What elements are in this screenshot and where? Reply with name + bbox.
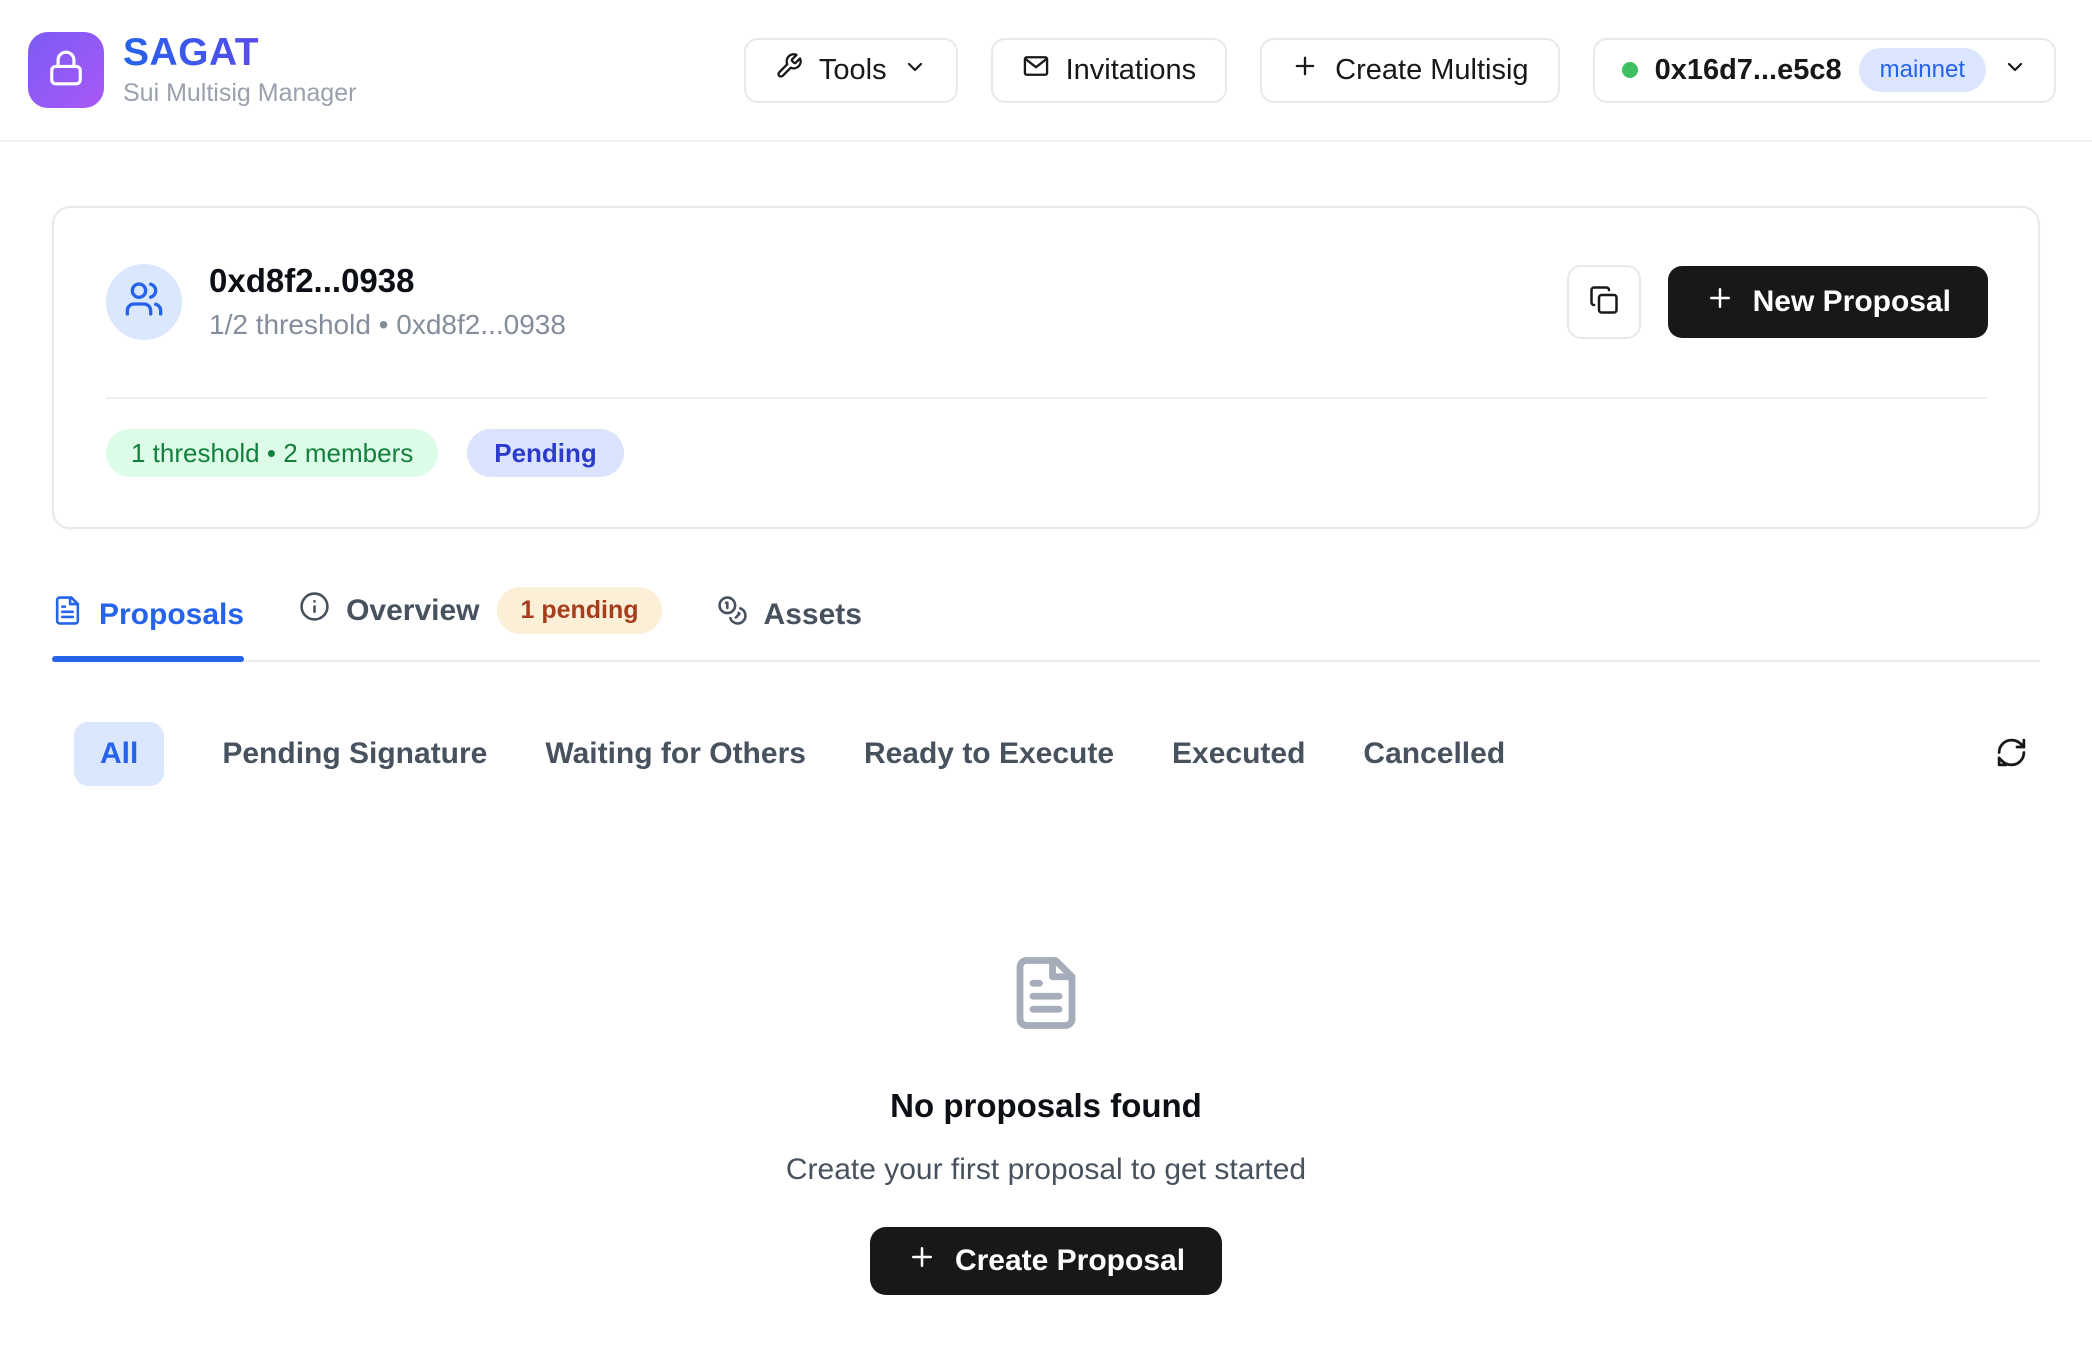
filter-executed[interactable]: Executed: [1172, 737, 1305, 771]
plus-icon: [1705, 283, 1735, 321]
wallet-menu-button[interactable]: 0x16d7...e5c8 mainnet: [1593, 38, 2056, 103]
multisig-title: 0xd8f2...0938: [209, 262, 566, 300]
wallet-address: 0x16d7...e5c8: [1655, 54, 1842, 87]
chevron-down-icon: [903, 54, 927, 87]
multisig-avatar: [106, 264, 182, 340]
lock-icon: [47, 49, 85, 92]
tab-bar: Proposals Overview 1 pending Assets: [52, 587, 2040, 662]
copy-address-button[interactable]: [1567, 265, 1641, 339]
copy-icon: [1589, 285, 1619, 318]
tools-button[interactable]: Tools: [744, 38, 958, 103]
new-proposal-label: New Proposal: [1753, 285, 1951, 319]
filter-waiting-for-others[interactable]: Waiting for Others: [545, 737, 806, 771]
empty-state-subtitle: Create your first proposal to get starte…: [786, 1153, 1306, 1187]
empty-state: No proposals found Create your first pro…: [52, 954, 2040, 1295]
tab-overview-label: Overview: [346, 594, 479, 628]
create-proposal-label: Create Proposal: [955, 1244, 1185, 1278]
connection-status-dot: [1622, 62, 1638, 78]
tab-overview[interactable]: Overview 1 pending: [299, 587, 661, 660]
plus-icon: [1291, 52, 1319, 88]
header-actions: Tools Invitations Create Multisig 0x16d7…: [744, 38, 2056, 103]
info-icon: [299, 591, 330, 630]
empty-state-title: No proposals found: [890, 1087, 1202, 1125]
filter-all[interactable]: All: [74, 722, 164, 786]
tab-assets[interactable]: Assets: [717, 595, 862, 660]
filter-ready-to-execute[interactable]: Ready to Execute: [864, 737, 1114, 771]
tab-assets-label: Assets: [764, 598, 862, 632]
invitations-button[interactable]: Invitations: [991, 38, 1228, 103]
members-badge: 1 threshold • 2 members: [106, 429, 438, 477]
chevron-down-icon: [2003, 54, 2027, 87]
plus-icon: [907, 1242, 937, 1280]
tab-proposals[interactable]: Proposals: [52, 595, 244, 660]
users-icon: [124, 279, 164, 324]
main-content: 0xd8f2...0938 1/2 threshold • 0xd8f2...0…: [0, 206, 2092, 1295]
app-header: SAGAT Sui Multisig Manager Tools Invitat…: [0, 0, 2092, 142]
proposal-filters: All Pending Signature Waiting for Others…: [52, 722, 2040, 786]
network-badge: mainnet: [1859, 48, 1986, 92]
create-multisig-button[interactable]: Create Multisig: [1260, 38, 1559, 103]
filter-cancelled[interactable]: Cancelled: [1363, 737, 1505, 771]
new-proposal-button[interactable]: New Proposal: [1668, 266, 1988, 338]
document-icon: [1007, 954, 1085, 1037]
refresh-icon: [1995, 736, 2028, 772]
mail-icon: [1022, 52, 1050, 88]
card-divider: [106, 397, 1988, 399]
create-proposal-button[interactable]: Create Proposal: [870, 1227, 1222, 1295]
app-logo: [28, 32, 104, 108]
filter-pending-signature[interactable]: Pending Signature: [222, 737, 487, 771]
invitations-label: Invitations: [1066, 54, 1197, 87]
multisig-card: 0xd8f2...0938 1/2 threshold • 0xd8f2...0…: [52, 206, 2040, 529]
coins-icon: [717, 595, 748, 634]
status-badge: Pending: [467, 429, 624, 477]
tools-label: Tools: [819, 54, 887, 87]
app-tagline: Sui Multisig Manager: [123, 79, 356, 108]
wrench-icon: [775, 52, 803, 88]
refresh-button[interactable]: [1995, 736, 2028, 772]
pending-count-badge: 1 pending: [497, 587, 661, 634]
brand-home-link[interactable]: SAGAT Sui Multisig Manager: [28, 32, 356, 108]
multisig-subtitle: 1/2 threshold • 0xd8f2...0938: [209, 309, 566, 341]
file-text-icon: [52, 595, 83, 634]
app-title: SAGAT: [123, 32, 356, 75]
tab-proposals-label: Proposals: [99, 598, 244, 632]
create-multisig-label: Create Multisig: [1335, 54, 1528, 87]
